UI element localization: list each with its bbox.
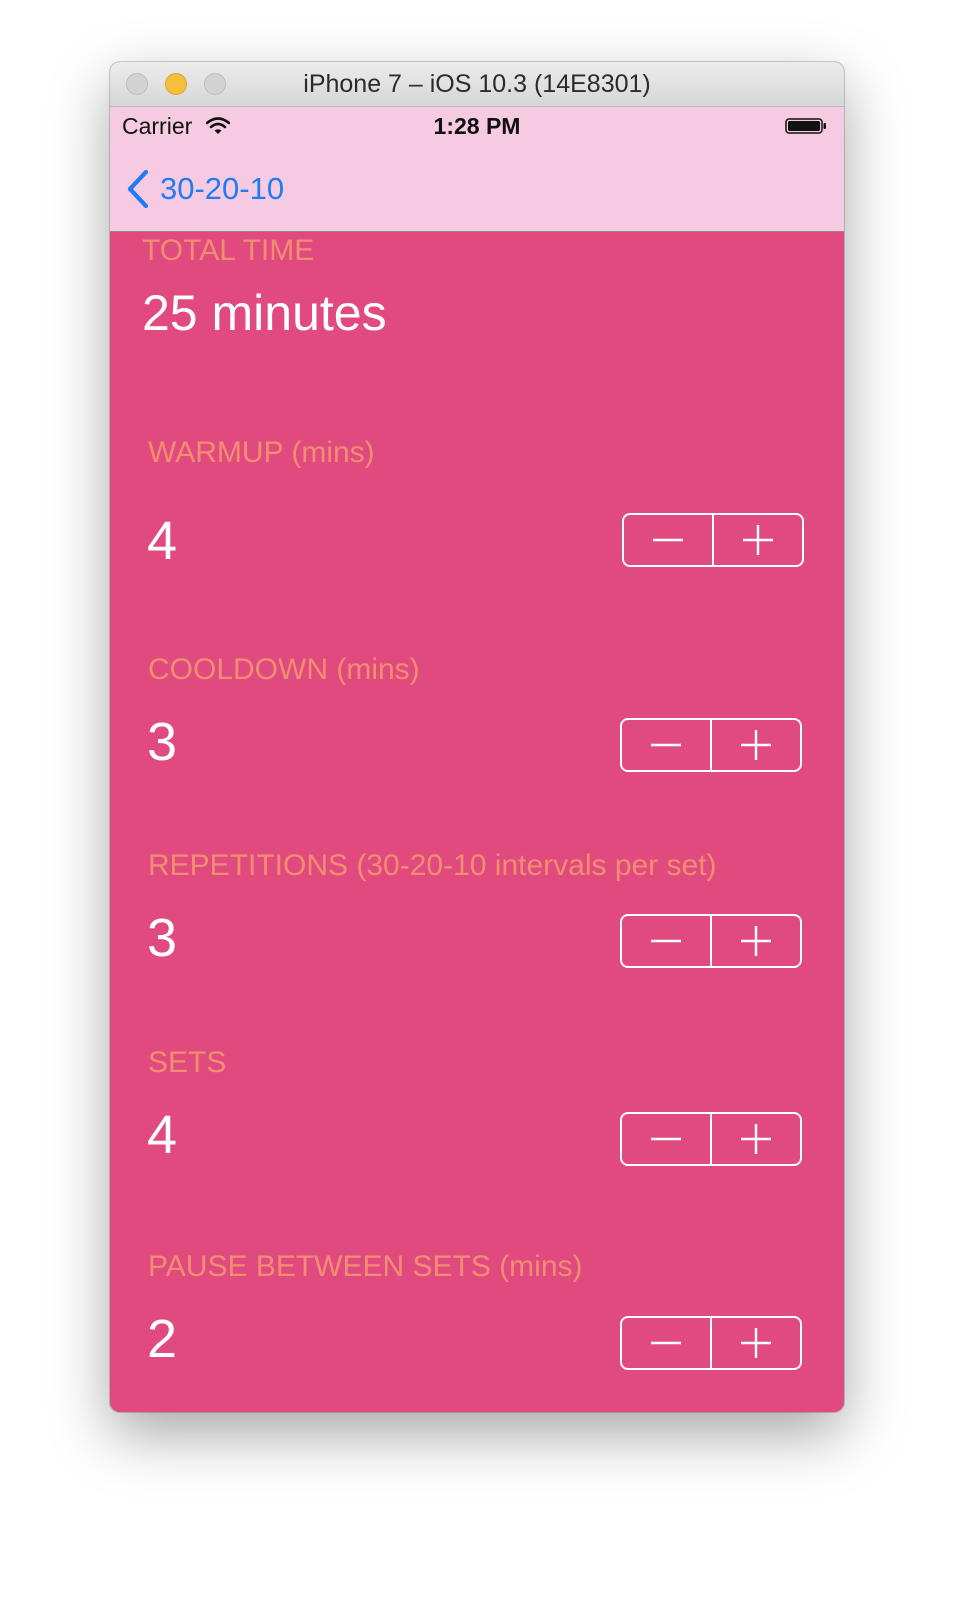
status-time: 1:28 PM bbox=[433, 113, 521, 139]
minus-icon bbox=[653, 538, 683, 542]
minus-icon bbox=[651, 939, 681, 943]
repetitions-stepper bbox=[620, 914, 802, 968]
sets-stepper bbox=[620, 1112, 802, 1166]
sets-increment-button[interactable] bbox=[710, 1114, 800, 1164]
minus-icon bbox=[651, 1341, 681, 1345]
sets-decrement-button[interactable] bbox=[622, 1114, 710, 1164]
plus-icon bbox=[741, 1328, 771, 1358]
warmup-caption: WARMUP (mins) bbox=[148, 436, 375, 469]
total-time-value: 25 minutes bbox=[142, 285, 387, 341]
sets-caption: SETS bbox=[148, 1046, 227, 1079]
minus-icon bbox=[651, 1137, 681, 1141]
warmup-stepper bbox=[622, 513, 804, 567]
warmup-value: 4 bbox=[147, 511, 178, 571]
navigation-area: Carrier 1:28 PM 30-20-10 bbox=[110, 107, 844, 232]
minus-icon bbox=[651, 743, 681, 747]
battery-icon bbox=[785, 118, 826, 134]
plus-icon bbox=[741, 926, 771, 956]
settings-content: TOTAL TIME 25 minutes WARMUP (mins) 4 CO… bbox=[110, 232, 844, 1412]
plus-icon bbox=[741, 1124, 771, 1154]
repetitions-caption: REPETITIONS (30-20-10 intervals per set) bbox=[148, 849, 717, 882]
window-titlebar: iPhone 7 – iOS 10.3 (14E8301) bbox=[110, 62, 844, 107]
plus-icon bbox=[741, 730, 771, 760]
back-button-label: 30-20-10 bbox=[160, 171, 285, 206]
pause-decrement-button[interactable] bbox=[622, 1318, 710, 1368]
pause-caption: PAUSE BETWEEN SETS (mins) bbox=[148, 1250, 583, 1283]
total-time-caption: TOTAL TIME bbox=[142, 234, 315, 267]
pause-value: 2 bbox=[147, 1309, 178, 1369]
repetitions-decrement-button[interactable] bbox=[622, 916, 710, 966]
window-title: iPhone 7 – iOS 10.3 (14E8301) bbox=[303, 70, 651, 98]
plus-icon bbox=[743, 525, 773, 555]
pause-stepper bbox=[620, 1316, 802, 1370]
cooldown-value: 3 bbox=[147, 712, 178, 772]
repetitions-value: 3 bbox=[147, 908, 178, 968]
warmup-decrement-button[interactable] bbox=[624, 515, 712, 565]
cooldown-stepper bbox=[620, 718, 802, 772]
sets-value: 4 bbox=[147, 1105, 178, 1165]
cooldown-decrement-button[interactable] bbox=[622, 720, 710, 770]
cooldown-increment-button[interactable] bbox=[710, 720, 800, 770]
pause-increment-button[interactable] bbox=[710, 1318, 800, 1368]
back-button[interactable]: 30-20-10 bbox=[126, 167, 284, 211]
chevron-left-icon bbox=[127, 169, 149, 209]
simulator-window: iPhone 7 – iOS 10.3 (14E8301) Carrier 1:… bbox=[110, 62, 844, 1412]
repetitions-increment-button[interactable] bbox=[710, 916, 800, 966]
cooldown-caption: COOLDOWN (mins) bbox=[148, 653, 420, 686]
warmup-increment-button[interactable] bbox=[712, 515, 802, 565]
